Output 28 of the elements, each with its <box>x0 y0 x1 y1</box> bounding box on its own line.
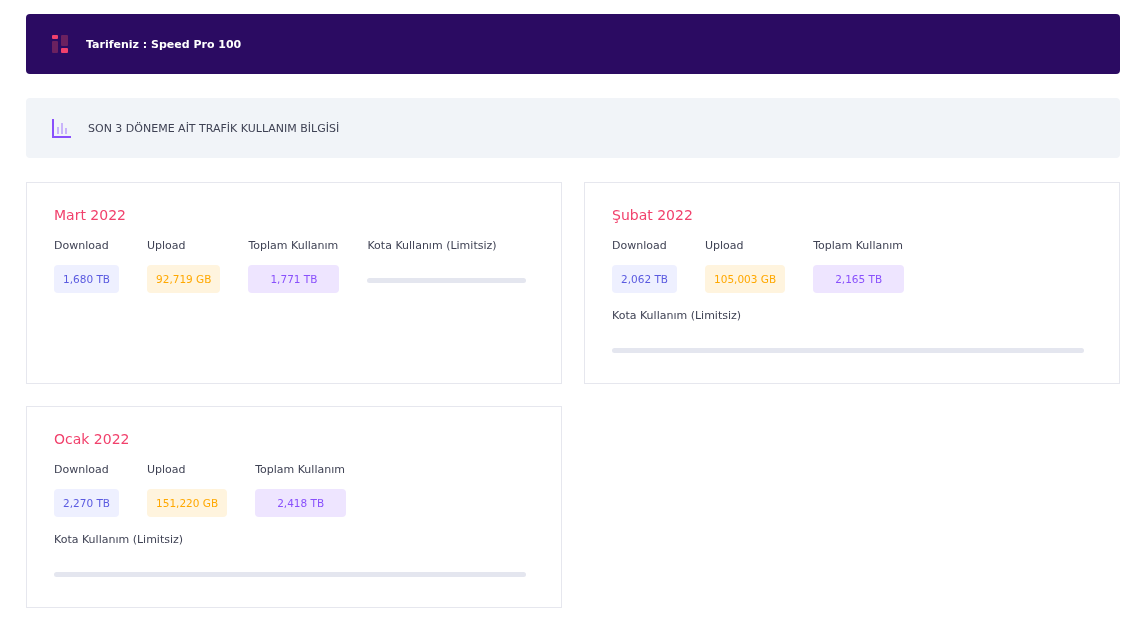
stat-value: 151,220 GB <box>147 489 228 517</box>
quota-label: Kota Kullanım (Limitsiz) <box>367 239 498 252</box>
stat-value: 2,062 TB <box>612 265 677 293</box>
stat-label: Download <box>612 239 667 252</box>
bar-chart-icon <box>52 118 71 138</box>
stat-value: 2,270 TB <box>54 489 119 517</box>
stat-value: 2,165 TB <box>813 265 905 293</box>
period-title: Ocak 2022 <box>54 431 131 447</box>
stat-label: Toplam Kullanım <box>255 463 345 476</box>
grid-blocks-icon <box>52 35 68 53</box>
stat-label: Toplam Kullanım <box>813 239 903 252</box>
stat-value: 1,680 TB <box>54 265 119 293</box>
stat-label: Download <box>54 463 109 476</box>
stat-value: 2,418 TB <box>255 489 347 517</box>
stat-label: Upload <box>147 239 186 252</box>
period-title: Mart 2022 <box>54 207 127 223</box>
quota-label: Kota Kullanım (Limitsiz) <box>612 309 743 322</box>
stat-value: 1,771 TB <box>248 265 340 293</box>
stat-value: 92,719 GB <box>147 265 221 293</box>
stat-label: Download <box>54 239 109 252</box>
quota-label: Kota Kullanım (Limitsiz) <box>54 533 185 546</box>
stat-label: Toplam Kullanım <box>248 239 339 252</box>
tariff-title: Tarifeniz : Speed Pro 100 <box>86 37 242 51</box>
stat-label: Upload <box>705 239 744 252</box>
section-title: SON 3 DÖNEME AİT TRAFİK KULLANIM BİLGİSİ <box>88 121 340 135</box>
stat-label: Upload <box>147 463 186 476</box>
period-title: Şubat 2022 <box>612 207 694 223</box>
stat-value: 105,003 GB <box>705 265 786 293</box>
